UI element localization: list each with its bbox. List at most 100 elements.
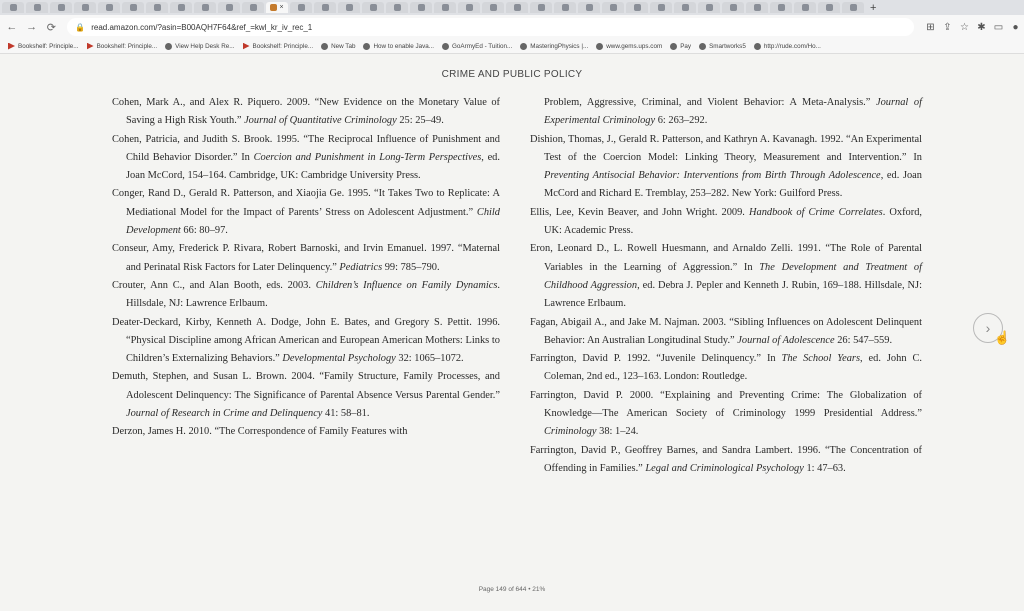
- globe-icon: [670, 42, 678, 50]
- star-icon[interactable]: ☆: [956, 22, 973, 33]
- tab-favicon: [561, 4, 569, 11]
- bookmark-item[interactable]: www.gems.ups.com: [596, 42, 662, 50]
- tab-favicon: [81, 4, 89, 11]
- translate-icon[interactable]: ⊞: [922, 22, 939, 33]
- browser-tab[interactable]: [530, 2, 552, 13]
- browser-tab-active[interactable]: ×: [266, 2, 288, 13]
- browser-tab[interactable]: [722, 2, 744, 13]
- browser-tab[interactable]: [290, 2, 312, 13]
- browser-tab[interactable]: [770, 2, 792, 13]
- browser-tab[interactable]: [338, 2, 360, 13]
- browser-tab[interactable]: [626, 2, 648, 13]
- tab-close-icon[interactable]: ×: [279, 4, 283, 11]
- browser-tab[interactable]: [650, 2, 672, 13]
- browser-tab[interactable]: [314, 2, 336, 13]
- tab-favicon: [129, 4, 137, 11]
- url-text: read.amazon.com/?asin=B00AQH7F64&ref_=kw…: [91, 22, 313, 32]
- reference-entry: Eron, Leonard D., L. Rowell Huesmann, an…: [530, 243, 922, 310]
- browser-tab[interactable]: [554, 2, 576, 13]
- bookmark-item[interactable]: GoArmyEd - Tuition...: [442, 42, 512, 50]
- globe-icon: [321, 42, 329, 50]
- browser-tab[interactable]: [170, 2, 192, 13]
- bookmark-item[interactable]: New Tab: [321, 42, 355, 50]
- browser-tab[interactable]: [410, 2, 432, 13]
- bookmark-item[interactable]: http://rude.com/Ho...: [753, 42, 821, 50]
- browser-tab[interactable]: [26, 2, 48, 13]
- tab-favicon: [201, 4, 209, 11]
- reload-icon[interactable]: ⟳: [44, 21, 60, 34]
- address-bar-row: ← → ⟳ 🔒 read.amazon.com/?asin=B00AQH7F64…: [0, 15, 1024, 39]
- tab-favicon: [9, 4, 17, 11]
- bookmarks-bar: Bookshelf: Principle... Bookshelf: Princ…: [0, 39, 1024, 54]
- globe-icon: [699, 42, 707, 50]
- reference-entry: Farrington, David P., Geoffrey Barnes, a…: [530, 444, 922, 474]
- browser-tab[interactable]: [50, 2, 72, 13]
- reference-entry: Ellis, Lee, Kevin Beaver, and John Wrigh…: [530, 206, 923, 237]
- url-input[interactable]: 🔒 read.amazon.com/?asin=B00AQH7F64&ref_=…: [67, 18, 914, 36]
- arrow-icon: [242, 42, 250, 50]
- reference-entry: Dishion, Thomas, J., Gerald R. Patterson…: [530, 133, 922, 200]
- running-head: CRIME AND PUBLIC POLICY: [441, 69, 583, 80]
- physics-icon: [520, 42, 528, 50]
- tab-favicon: [321, 4, 329, 11]
- browser-tab[interactable]: [794, 2, 816, 13]
- reference-entry: Farrington, David P. 1992. “Juvenile Del…: [530, 353, 922, 383]
- browser-tab[interactable]: [746, 2, 768, 13]
- bookmark-item[interactable]: Smartworks5: [699, 42, 746, 50]
- reference-entry: Cohen, Mark A., and Alex R. Piquero. 200…: [112, 97, 500, 127]
- tab-favicon: [729, 4, 737, 11]
- browser-tab[interactable]: [698, 2, 720, 13]
- browser-tab[interactable]: [674, 2, 696, 13]
- tab-favicon: [345, 4, 353, 11]
- browser-tab[interactable]: [482, 2, 504, 13]
- pointer-cursor-icon: ☝: [994, 330, 1011, 345]
- bookmark-item[interactable]: Bookshelf: Principle...: [242, 42, 313, 50]
- browser-tab[interactable]: [602, 2, 624, 13]
- browser-tab[interactable]: [194, 2, 216, 13]
- forward-icon[interactable]: →: [24, 21, 40, 33]
- browser-tab[interactable]: [2, 2, 24, 13]
- browser-tab[interactable]: [98, 2, 120, 13]
- tab-favicon: [270, 4, 278, 11]
- profile-icon[interactable]: ●: [1007, 22, 1024, 33]
- bookmark-item[interactable]: Pay: [670, 42, 691, 50]
- browser-tab[interactable]: [578, 2, 600, 13]
- helpdesk-icon: [165, 42, 173, 50]
- browser-tab[interactable]: [122, 2, 144, 13]
- toolbar-icons: ⊞ ⇪ ☆ ✱ ▭ ●: [922, 22, 1024, 33]
- browser-tab[interactable]: [434, 2, 456, 13]
- tab-favicon: [441, 4, 449, 11]
- tab-favicon: [849, 4, 857, 11]
- browser-tab[interactable]: [458, 2, 480, 13]
- browser-tab[interactable]: [242, 2, 264, 13]
- globe-icon: [442, 42, 450, 50]
- browser-tab[interactable]: [146, 2, 168, 13]
- tab-favicon: [801, 4, 809, 11]
- bookmark-item[interactable]: MasteringPhysics |...: [520, 42, 588, 50]
- tab-favicon: [633, 4, 641, 11]
- bookmark-item[interactable]: Bookshelf: Principle...: [86, 42, 157, 50]
- reference-entry: Fagan, Abigail A., and Jake M. Najman. 2…: [530, 316, 922, 346]
- browser-tab[interactable]: [362, 2, 384, 13]
- sidebar-icon[interactable]: ▭: [990, 22, 1007, 33]
- lock-icon: 🔒: [75, 22, 86, 32]
- tab-favicon: [825, 4, 833, 11]
- tab-favicon: [33, 4, 41, 11]
- extensions-icon[interactable]: ✱: [973, 22, 990, 33]
- browser-tab[interactable]: [818, 2, 840, 13]
- browser-tab[interactable]: [218, 2, 240, 13]
- tab-favicon: [705, 4, 713, 11]
- bookmark-item[interactable]: Bookshelf: Principle...: [8, 42, 79, 50]
- browser-tab[interactable]: [386, 2, 408, 13]
- new-tab-button[interactable]: +: [870, 2, 876, 14]
- browser-tab[interactable]: [74, 2, 96, 13]
- back-icon[interactable]: ←: [4, 21, 20, 33]
- share-icon[interactable]: ⇪: [939, 22, 956, 33]
- page-progress: Page 149 of 644 • 21%: [478, 586, 546, 593]
- browser-tab[interactable]: [842, 2, 864, 13]
- tab-favicon: [537, 4, 545, 11]
- browser-tab[interactable]: [506, 2, 528, 13]
- bookmark-item[interactable]: How to enable Java...: [363, 42, 434, 50]
- tab-favicon: [177, 4, 185, 11]
- bookmark-item[interactable]: View Help Desk Re...: [165, 42, 235, 50]
